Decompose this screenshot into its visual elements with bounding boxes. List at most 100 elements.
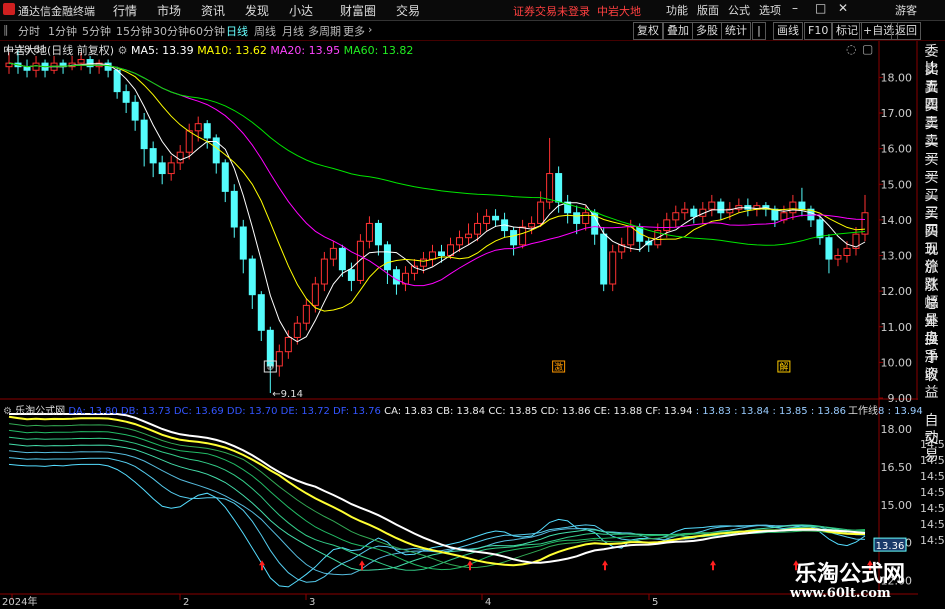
candle-body	[456, 237, 464, 246]
candle-body	[248, 258, 256, 296]
candle-body	[465, 233, 473, 239]
candle-body	[537, 201, 545, 224]
sub-axis-label: 18.00	[881, 423, 913, 436]
current-value-text: 13.36	[876, 541, 905, 552]
candle-body	[23, 66, 31, 71]
candle-body	[356, 240, 364, 281]
candle-body	[113, 69, 121, 93]
time-axis-label: 5	[652, 597, 658, 608]
indicator-value-cd: CD: 13.86	[540, 406, 591, 417]
candle-body	[510, 230, 518, 246]
candle-body	[77, 59, 85, 64]
indicator-value-df: DF: 13.76	[333, 406, 381, 417]
candle-body	[672, 212, 680, 221]
candle-body	[374, 222, 382, 246]
signal-up-arrow	[602, 560, 608, 571]
candle-body	[600, 233, 608, 285]
side-label-trade[interactable]: 交易	[918, 431, 945, 465]
quote-side-panel: 委比 卖五 卖四 卖三 卖二 卖一 买一 买二 买三 买四 买五 现价 涨跌 涨…	[918, 44, 945, 402]
candle-body	[528, 222, 536, 228]
candle-body	[311, 283, 319, 306]
ma10-label: MA10: 13.62	[197, 44, 267, 57]
candle-body	[546, 173, 554, 203]
time-axis-label: 3	[309, 597, 315, 608]
candle-body	[771, 208, 779, 221]
candle-body	[293, 322, 301, 338]
stock-name-label: 中岩大地(日线 前复权)	[3, 44, 115, 57]
time-axis-label: 2	[183, 597, 189, 608]
indicator-tail-label: 工作线	[848, 402, 878, 417]
signal-up-arrow	[359, 560, 365, 571]
candle-body	[176, 151, 184, 164]
candle-body	[239, 226, 247, 260]
indicator-legend: ⚙ 乐淘公式网 DA: 13.80 DB: 13.73 DC: 13.69 DD…	[3, 402, 923, 417]
candle-body	[681, 208, 689, 214]
indicator-value-db: DB: 13.73	[120, 406, 171, 417]
indicator-value-cc: CC: 13.85	[488, 406, 538, 417]
candle-body	[555, 173, 563, 203]
sub-axis-time-label: 14:5	[920, 534, 945, 547]
indicator-curve	[8, 450, 866, 576]
indicator-value-2: : 13.84	[734, 406, 770, 417]
candle-body	[627, 226, 635, 246]
candle-body	[834, 255, 842, 260]
candle-body	[221, 162, 229, 192]
signal-up-arrow	[259, 560, 265, 571]
candle-body	[798, 201, 806, 210]
price-axis-label: 18.00	[881, 71, 913, 84]
indicator-curve	[8, 429, 866, 571]
candle-body	[347, 269, 355, 281]
signal-up-arrow	[467, 560, 473, 571]
time-axis-label: 2024年	[2, 595, 37, 608]
restore-icon[interactable]: ◌	[846, 42, 856, 56]
indicator-value-de: DE: 13.72	[280, 406, 330, 417]
candle-body	[816, 219, 824, 239]
candle-body	[257, 294, 265, 331]
candle-body	[582, 212, 590, 224]
candle-body	[419, 258, 427, 267]
candle-body	[275, 351, 283, 367]
ma20-line	[8, 62, 866, 287]
sub-axis-time-label: 14:5	[920, 502, 945, 515]
indicator-settings-icon[interactable]: ⚙	[3, 406, 12, 417]
candle-body	[167, 162, 175, 175]
indicator-curve	[9, 413, 866, 564]
candle-body	[131, 101, 139, 121]
candle-body	[230, 190, 238, 228]
candle-body	[365, 222, 373, 242]
indicator-value-da: DA: 13.80	[68, 406, 118, 417]
candle-body	[302, 304, 310, 324]
candle-body	[140, 119, 148, 150]
ma5-label: MA5: 13.39	[130, 44, 194, 57]
ma60-line	[8, 62, 866, 246]
time-axis-label: 4	[485, 597, 491, 608]
candle-body	[338, 247, 346, 271]
signal-up-arrow	[710, 560, 716, 571]
event-mark: 解	[779, 361, 788, 373]
candle-body	[158, 162, 166, 175]
expand-icon[interactable]: ▢	[862, 42, 873, 56]
candle-body	[203, 123, 211, 139]
candle-body	[185, 130, 193, 153]
kline-chart[interactable]: 18.00 17.00 16.00 15.00 14.00 13.00 12.00 11.00…	[0, 0, 945, 609]
sub-axis-time-label: 14:5	[920, 470, 945, 483]
indicator-curve	[8, 423, 866, 569]
legend-settings-icon[interactable]: ⚙	[118, 44, 128, 57]
price-axis-label: 10.00	[881, 356, 913, 369]
candle-body	[194, 123, 202, 132]
ma10-line	[8, 62, 866, 312]
sub-axis-time-label: 14:5	[920, 518, 945, 531]
candle-body	[474, 222, 482, 235]
candle-body	[789, 201, 797, 214]
indicator-value-3: : 13.85	[772, 406, 808, 417]
candle-body	[149, 148, 157, 164]
sub-axis-label: 15.00	[881, 499, 913, 512]
sub-axis-label: 16.50	[881, 461, 913, 474]
candle-body	[609, 251, 617, 285]
ma60-label: MA60: 13.82	[343, 44, 414, 57]
event-mark: 激	[554, 361, 563, 373]
side-label-earnings[interactable]: 收益	[918, 368, 945, 402]
price-axis-label: 15.00	[881, 178, 913, 191]
price-axis-label: 14.00	[881, 214, 913, 227]
price-low-mark: ←9.14	[272, 389, 303, 400]
